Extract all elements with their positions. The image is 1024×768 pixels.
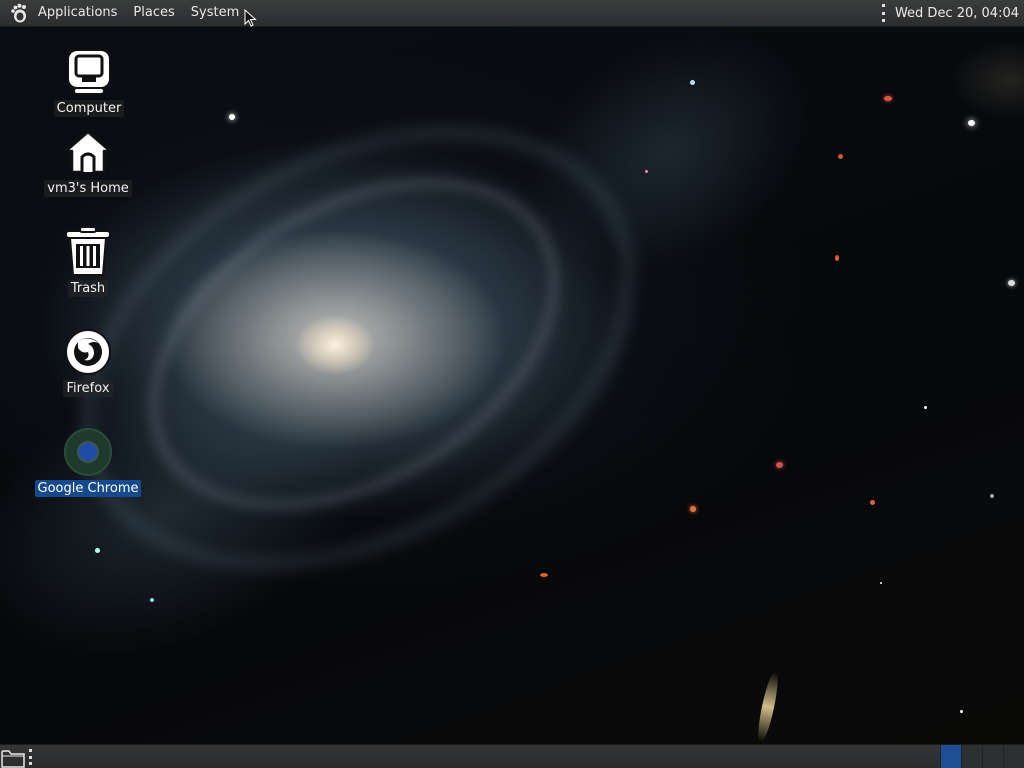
star	[1008, 280, 1015, 286]
star	[870, 500, 875, 505]
applications-menu[interactable]: Applications	[30, 0, 125, 26]
workspace-1[interactable]	[940, 745, 961, 768]
galaxy-arm	[485, 0, 855, 321]
edge-on-galaxy	[754, 669, 782, 745]
desktop-icon-computer[interactable]: Computer	[34, 46, 144, 117]
top-panel: Applications Places System Wed Dec 20, 0…	[0, 0, 1024, 27]
star	[645, 170, 648, 173]
top-panel-right: Wed Dec 20, 04:04	[879, 0, 1024, 26]
workspace-2[interactable]	[961, 745, 982, 768]
star	[880, 582, 882, 584]
gnome-foot-icon[interactable]	[8, 2, 30, 24]
system-menu[interactable]: System	[183, 0, 247, 26]
firefox-icon	[62, 326, 114, 378]
star	[838, 154, 843, 159]
star	[835, 255, 839, 261]
desktop-icon-label: Google Chrome	[34, 480, 142, 497]
star	[150, 598, 154, 602]
panel-handle-icon[interactable]	[28, 749, 32, 765]
star	[95, 548, 100, 553]
star	[924, 406, 927, 409]
star	[690, 506, 696, 512]
desktop-icon-label: Computer	[53, 100, 125, 117]
show-desktop-icon[interactable]	[1, 747, 25, 768]
star	[884, 96, 892, 101]
desktop-icon-chrome[interactable]: Google Chrome	[33, 426, 143, 497]
desktop-icon-label: Firefox	[63, 380, 113, 397]
desktop-icon-label: Trash	[67, 280, 109, 297]
star	[540, 573, 548, 577]
star	[229, 114, 235, 120]
workspace-4[interactable]	[1003, 745, 1024, 768]
star	[960, 710, 963, 713]
star	[690, 80, 695, 85]
desktop-icon-trash[interactable]: Trash	[33, 226, 143, 297]
galaxy-arm	[88, 107, 620, 581]
places-menu[interactable]: Places	[125, 0, 182, 26]
star	[968, 120, 975, 126]
bottom-panel	[0, 744, 1024, 768]
workspace-switcher	[940, 745, 1024, 768]
trash-icon	[62, 226, 114, 278]
desktop-icon-home[interactable]: vm3's Home	[33, 126, 143, 197]
star	[990, 494, 994, 498]
workspace-3[interactable]	[982, 745, 1003, 768]
computer-icon	[63, 46, 115, 98]
desktop-icon-firefox[interactable]: Firefox	[33, 326, 143, 397]
desktop-icon-label: vm3's Home	[44, 180, 132, 197]
star	[776, 462, 783, 468]
home-icon	[62, 126, 114, 178]
panel-handle-icon[interactable]	[879, 4, 889, 22]
desktop-wallpaper	[0, 0, 1024, 768]
chrome-icon	[62, 426, 114, 478]
mouse-pointer-icon	[244, 8, 257, 31]
clock[interactable]: Wed Dec 20, 04:04	[895, 6, 1024, 21]
